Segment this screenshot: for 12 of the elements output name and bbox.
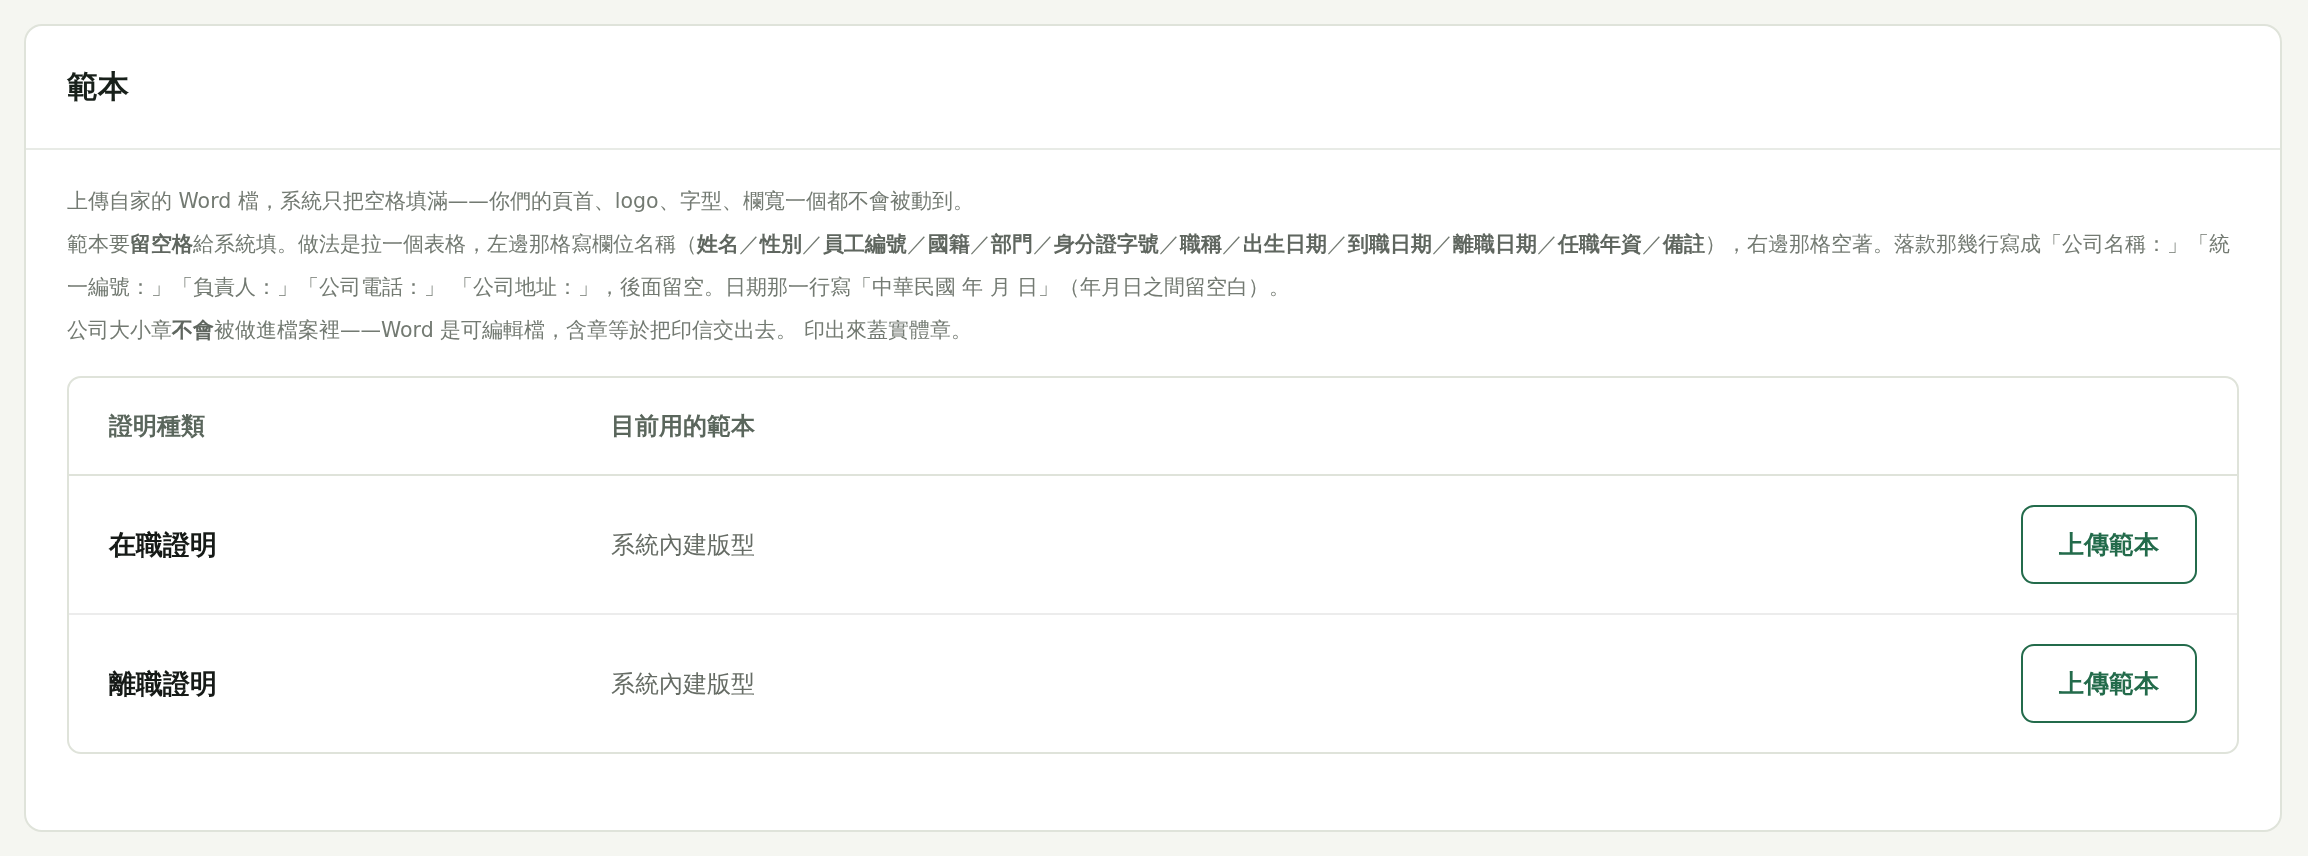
column-header: 目前用的範本: [611, 411, 755, 442]
certificate-type: 在職證明: [109, 527, 217, 562]
description-text: 上傳自家的 Word 檔，系統只把空格填滿——你們的頁首、logo、字型、欄寬一個都不會被動到。: [67, 188, 975, 215]
card-title: 範本: [67, 67, 129, 106]
certificate-type: 離職證明: [109, 666, 217, 701]
description-text: 範本要留空格給系統填。做法是拉一個表格，左邊那格寫欄位名稱（姓名／性別／員工編號／國籍／部門／身分證字號／職稱／出生日期／到職日期／離職日期／任職年資／備註），右邊那格空著。落款那幾行寫成「公司名稱：」「統一編號：」「負責人：」「公司電話：」 「公司地址：」，後面留空。日期那一行寫「中華民國 年 月 日」（年月日之間留空白）。: [67, 231, 2231, 301]
upload-template-button[interactable]: 上傳範本: [2021, 505, 2197, 584]
template-name: 系統內建版型: [611, 529, 755, 561]
description-text: 公司大小章不會被做進檔案裡——Word 是可編輯檔，含章等於把印信交出去。 印出來蓋實體章。: [67, 317, 973, 344]
upload-template-button[interactable]: 上傳範本: [2021, 644, 2197, 723]
template-name: 系統內建版型: [611, 668, 755, 700]
column-header: 證明種類: [109, 411, 205, 442]
